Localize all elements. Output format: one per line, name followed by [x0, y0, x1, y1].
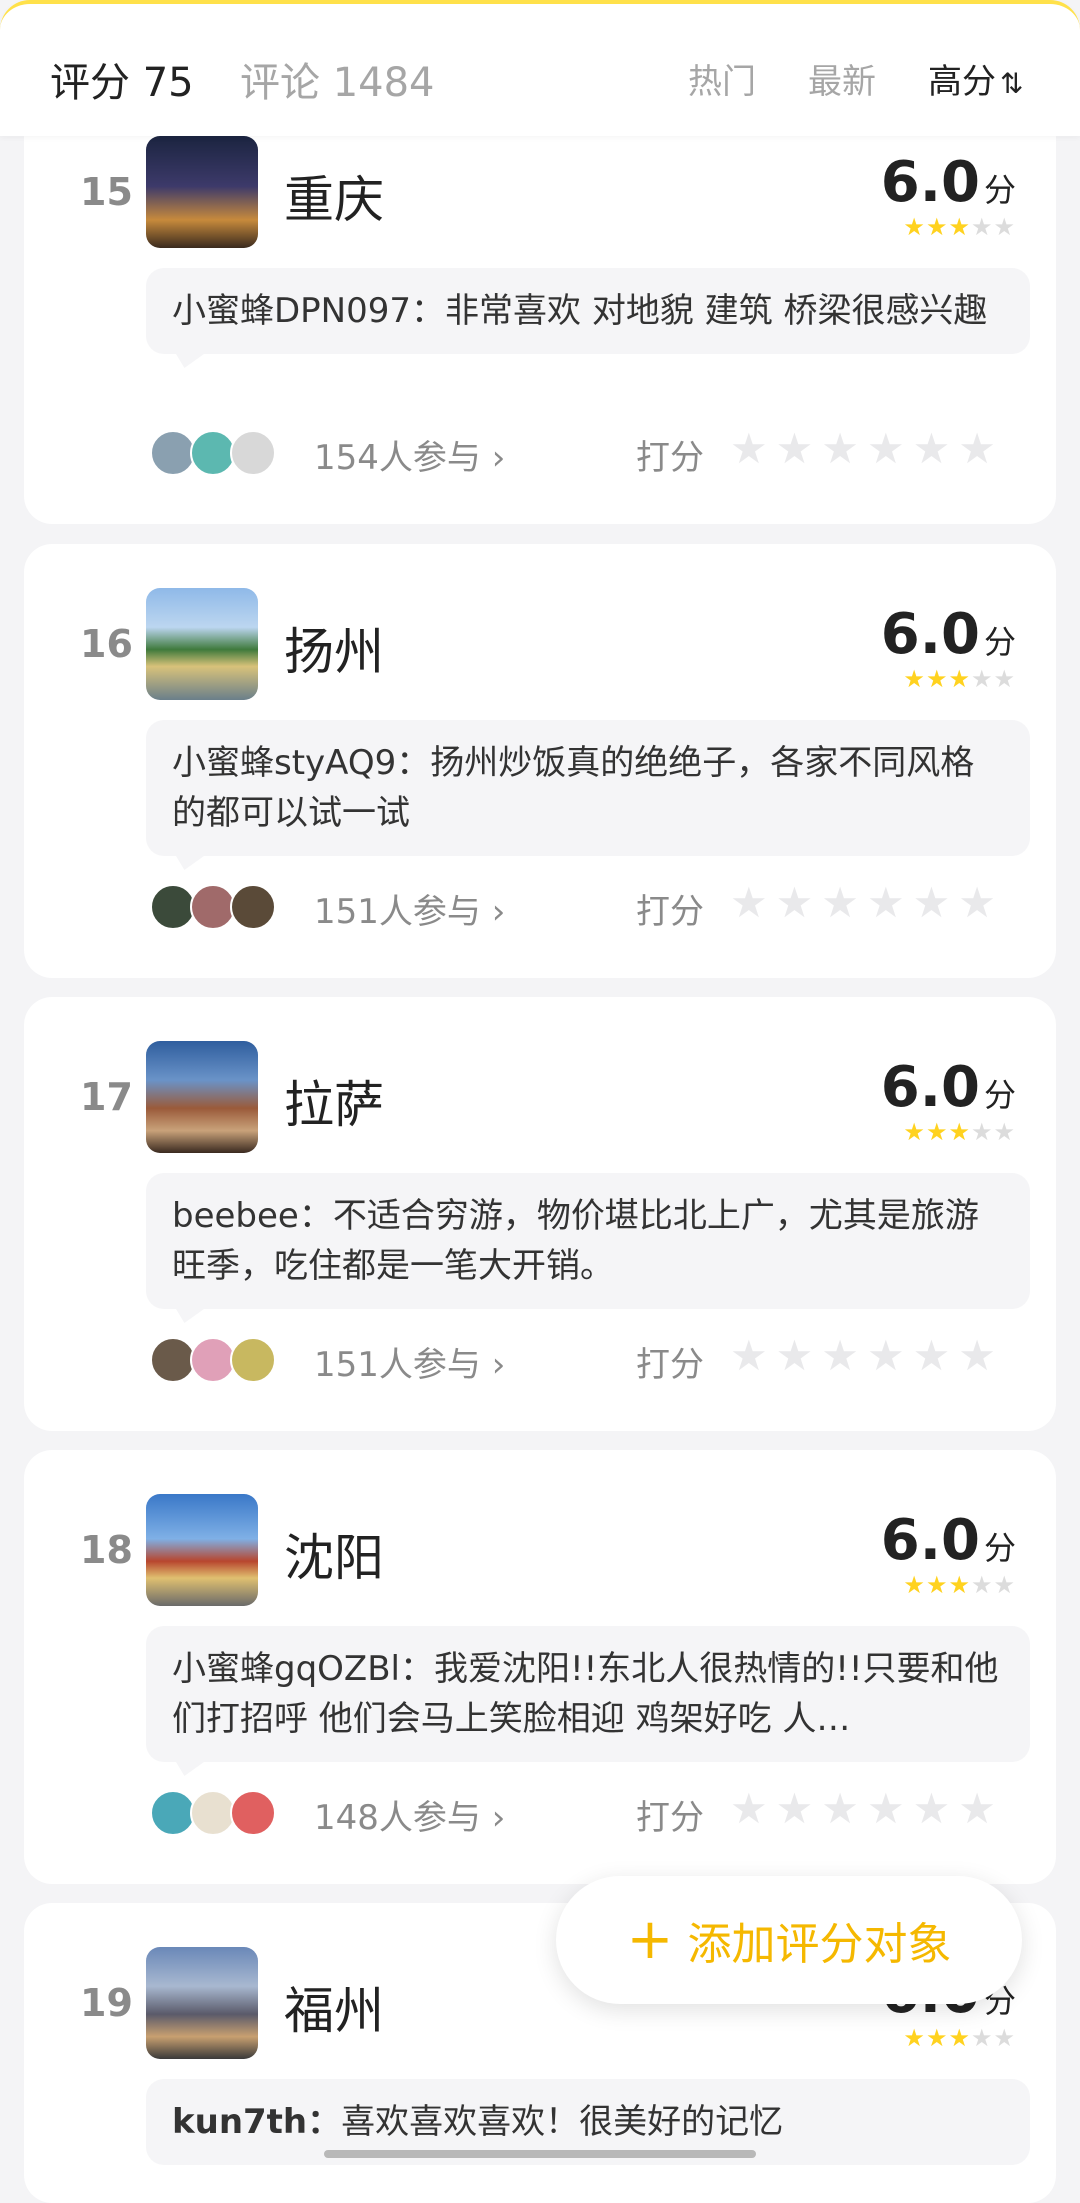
- tab-hot[interactable]: 热门: [688, 54, 756, 103]
- score-stars: ★★★★★: [903, 1118, 1016, 1146]
- score-value: 6.0: [880, 150, 980, 215]
- participant-avatars[interactable]: [150, 1790, 290, 1836]
- comment-user: kun7th：: [172, 2102, 342, 2142]
- participants-link[interactable]: 154人参与 ›: [314, 430, 505, 479]
- rank-number: 17: [80, 1075, 133, 1119]
- city-thumbnail[interactable]: [146, 136, 258, 248]
- score-value: 6.0: [880, 1508, 980, 1573]
- city-thumbnail[interactable]: [146, 1494, 258, 1606]
- score-count[interactable]: 评分 75: [50, 50, 194, 108]
- add-rating-object-label: 添加评分对象: [687, 1919, 952, 1970]
- list-item[interactable]: 17 拉萨 6.0 分 ★★★★★ beebee：不适合穷游，物价堪比北上广，尤其…: [24, 997, 1056, 1431]
- bubble-tail: [176, 1762, 204, 1776]
- score-unit: 分: [983, 171, 1016, 209]
- rank-number: 15: [80, 170, 133, 214]
- avatar: [230, 430, 276, 476]
- comment-text: 非常喜欢 对地貌 建筑 桥梁很感兴趣: [445, 291, 988, 331]
- rate-label: 打分: [636, 438, 704, 478]
- rank-number: 19: [80, 1981, 133, 2025]
- participant-avatars[interactable]: [150, 1337, 290, 1383]
- comment-bubble[interactable]: 小蜜蜂gqOZBl：我爱沈阳!!东北人很热情的!!只要和他们打招呼 他们会马上笑…: [146, 1626, 1030, 1776]
- participant-avatars[interactable]: [150, 884, 290, 930]
- comment-clamp: 小蜜蜂gqOZBl：我爱沈阳!!东北人很热情的!!只要和他们打招呼 他们会马上笑…: [172, 1644, 1004, 1744]
- bubble-tail: [176, 1309, 204, 1323]
- add-rating-object-button[interactable]: + 添加评分对象: [556, 1876, 1022, 2004]
- list-item[interactable]: 16 扬州 6.0 分 ★★★★★ 小蜜蜂styAQ9：扬州炒饭真的绝绝子，各家不…: [24, 544, 1056, 978]
- city-name: 沈阳: [284, 1529, 384, 1587]
- rate-stars-input[interactable]: ★★★★★★: [730, 1784, 1004, 1833]
- rate-stars-input[interactable]: ★★★★★★: [730, 424, 1004, 473]
- city-name: 福州: [284, 1982, 384, 2040]
- rate-label: 打分: [636, 1345, 704, 1385]
- rate-label: 打分: [636, 1798, 704, 1838]
- comment-user: beebee：: [172, 1196, 333, 1236]
- plus-icon: +: [626, 1907, 674, 1972]
- city-thumbnail[interactable]: [146, 1041, 258, 1153]
- participants-link[interactable]: 151人参与 ›: [314, 1337, 505, 1386]
- tab-high-score-label: 高分: [928, 62, 996, 102]
- score-display: 6.0分 ★★★★★: [881, 602, 1016, 693]
- comment-bubble[interactable]: beebee：不适合穷游，物价堪比北上广，尤其是旅游旺季，吃住都是一笔大开销。: [146, 1173, 1030, 1323]
- score-unit: 分: [983, 1529, 1016, 1567]
- city-thumbnail[interactable]: [146, 1947, 258, 2059]
- score-display: 6.0分 ★★★★★: [881, 150, 1016, 241]
- participants-link[interactable]: 148人参与 ›: [314, 1790, 505, 1839]
- score-stars: ★★★★★: [903, 213, 1016, 241]
- score-display: 6.0分 ★★★★★: [881, 1055, 1016, 1146]
- rate-label: 打分: [636, 892, 704, 932]
- city-name: 扬州: [284, 623, 384, 681]
- participants-link[interactable]: 151人参与 ›: [314, 884, 505, 933]
- rate-stars-input[interactable]: ★★★★★★: [730, 1331, 1004, 1380]
- score-stars: ★★★★★: [903, 1571, 1016, 1599]
- city-thumbnail[interactable]: [146, 588, 258, 700]
- home-indicator[interactable]: [324, 2150, 756, 2158]
- city-name: 重庆: [284, 171, 384, 229]
- bubble-tail: [176, 354, 204, 368]
- rate-stars-input[interactable]: ★★★★★★: [730, 878, 1004, 927]
- bubble-tail: [176, 856, 204, 870]
- tab-high-score[interactable]: 高分 ⇅: [928, 54, 1023, 103]
- comment-bubble[interactable]: 小蜜蜂DPN097：非常喜欢 对地貌 建筑 桥梁很感兴趣: [146, 268, 1030, 368]
- score-stars: ★★★★★: [903, 665, 1016, 693]
- rank-number: 18: [80, 1528, 133, 1572]
- rank-number: 16: [80, 622, 133, 666]
- tab-latest[interactable]: 最新: [808, 54, 876, 103]
- score-display: 6.0分 ★★★★★: [881, 1508, 1016, 1599]
- comment-bubble[interactable]: 小蜜蜂styAQ9：扬州炒饭真的绝绝子，各家不同风格的都可以试一试: [146, 720, 1030, 870]
- sort-icon: ⇅: [1000, 67, 1024, 100]
- header-bar: 评分 75 评论 1484 热门 最新 高分 ⇅: [0, 0, 1080, 136]
- score-unit: 分: [983, 623, 1016, 661]
- comment-user: 小蜜蜂DPN097：: [172, 291, 446, 331]
- comment-count[interactable]: 评论 1484: [240, 50, 435, 108]
- avatar: [230, 1337, 276, 1383]
- score-value: 6.0: [880, 602, 980, 667]
- comment-user: 小蜜蜂styAQ9：: [172, 743, 431, 783]
- score-stars: ★★★★★: [903, 2024, 1016, 2052]
- avatar: [230, 884, 276, 930]
- participant-avatars[interactable]: [150, 430, 290, 476]
- city-name: 拉萨: [284, 1076, 384, 1134]
- avatar: [230, 1790, 276, 1836]
- list-item[interactable]: 18 沈阳 6.0 分 ★★★★★ 小蜜蜂gqOZBl：我爱沈阳!!东北人很热情的…: [24, 1450, 1056, 1884]
- comment-text: 喜欢喜欢喜欢！很美好的记忆: [341, 2102, 784, 2142]
- score-unit: 分: [983, 1076, 1016, 1114]
- score-value: 6.0: [880, 1055, 980, 1120]
- comment-user: 小蜜蜂gqOZBl：: [172, 1649, 434, 1689]
